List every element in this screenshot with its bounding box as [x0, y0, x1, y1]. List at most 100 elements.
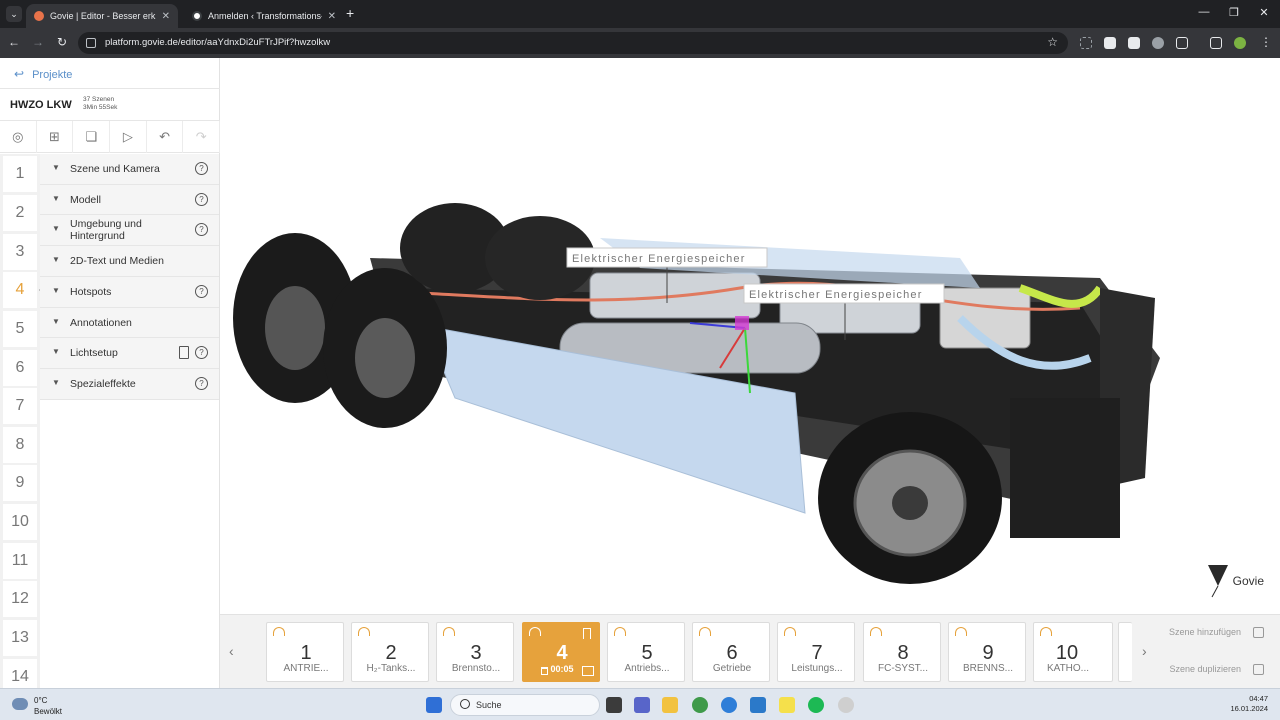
system-tray-clock[interactable]: 04:47 16.01.2024	[1230, 694, 1268, 714]
forward-icon[interactable]: →	[30, 35, 46, 49]
visibility-icon[interactable]	[784, 627, 796, 636]
section-modell[interactable]: ▼ Modell ?	[40, 184, 219, 216]
projects-back-link[interactable]: ↩ Projekte	[14, 67, 72, 81]
browser-menu-icon[interactable]: ⋮	[1258, 35, 1274, 49]
add-scene-button[interactable]: Szene hinzufügen	[1169, 627, 1264, 639]
visibility-icon[interactable]	[870, 627, 882, 636]
visibility-icon[interactable]	[443, 627, 455, 636]
scene-card[interactable]: 7 Leistungs...	[777, 622, 855, 682]
scene-card[interactable]: 3 Brennsto...	[436, 622, 514, 682]
tab-search-icon[interactable]: ⌄	[6, 6, 22, 22]
undo-icon[interactable]: ↶	[147, 121, 184, 153]
help-icon[interactable]: ?	[195, 192, 208, 206]
visibility-icon[interactable]	[1040, 627, 1052, 636]
app-icon[interactable]	[838, 697, 854, 713]
taskbar-search[interactable]: Suche	[450, 694, 600, 716]
windows-start-icon[interactable]	[426, 697, 442, 713]
scene-card[interactable]: 1 ANTRIE...	[266, 622, 344, 682]
bookmark-icon[interactable]	[583, 628, 591, 639]
spotify-icon[interactable]	[808, 697, 824, 713]
minimize-icon[interactable]: —	[1196, 6, 1212, 18]
scene-number[interactable]: 1	[3, 156, 37, 192]
scene-number[interactable]: 5	[3, 311, 37, 347]
scene-card[interactable]: 9 BRENNS...	[948, 622, 1026, 682]
extension-icon[interactable]	[1152, 37, 1164, 49]
scene-number[interactable]: 14	[3, 659, 37, 688]
back-icon[interactable]: ←	[6, 35, 22, 49]
scene-number[interactable]: 9	[3, 465, 37, 501]
duplicate-scene-button[interactable]: Szene duplizieren	[1169, 664, 1264, 676]
file-explorer-icon[interactable]	[662, 697, 678, 713]
scene-number-active[interactable]: 4	[3, 272, 44, 308]
help-icon[interactable]: ?	[195, 223, 208, 237]
help-icon[interactable]: ?	[195, 377, 208, 391]
restore-icon[interactable]: ❐	[1226, 6, 1242, 19]
weather-widget[interactable]: 0°C Bewölkt	[12, 695, 62, 717]
visibility-icon[interactable]	[699, 627, 711, 636]
scene-number[interactable]: 11	[3, 543, 37, 579]
site-info-icon[interactable]	[86, 38, 96, 48]
help-icon[interactable]: ?	[195, 162, 208, 175]
copy-icon[interactable]: ❏	[73, 121, 111, 153]
vscode-icon[interactable]	[750, 697, 766, 713]
scene-number[interactable]: 2	[3, 195, 37, 231]
reload-icon[interactable]: ↻	[54, 35, 70, 49]
section-spezialeffekte[interactable]: ▼ Spezialeffekte ?	[40, 369, 219, 400]
camera-icon[interactable]: ◎	[0, 121, 37, 153]
scene-card[interactable]: 2 H₂-Tanks...	[351, 622, 429, 682]
side-panel-icon[interactable]	[1210, 37, 1222, 49]
help-icon[interactable]: ?	[195, 285, 208, 299]
extension-icon[interactable]	[1080, 37, 1092, 49]
section-annotationen[interactable]: ▼ Annotationen	[40, 307, 219, 339]
chevron-left-icon[interactable]: ‹	[229, 643, 234, 659]
visibility-icon[interactable]	[273, 627, 285, 636]
visibility-icon[interactable]	[955, 627, 967, 636]
section-lichtsetup[interactable]: ▼ Lichtsetup ?	[40, 338, 219, 370]
section-hotspots[interactable]: ▼ Hotspots ?	[40, 277, 219, 308]
bookmark-star-icon[interactable]: ☆	[1047, 35, 1058, 49]
sticky-notes-icon[interactable]	[779, 697, 795, 713]
gizmo-handle[interactable]	[735, 316, 749, 330]
scene-card[interactable]: 8 FC-SYST...	[863, 622, 941, 682]
close-tab-icon[interactable]: ✕	[162, 11, 170, 22]
truck-chassis-model[interactable]: Elektrischer Energiespeicher Elektrische…	[220, 58, 1280, 614]
task-view-icon[interactable]	[606, 697, 622, 713]
scene-number[interactable]: 8	[3, 427, 37, 463]
address-bar[interactable]: platform.govie.de/editor/aaYdnxDi2uFTrJP…	[78, 32, 1068, 54]
close-tab-icon[interactable]: ✕	[328, 11, 336, 22]
section-2d-text-und-medien[interactable]: ▼ 2D-Text und Medien	[40, 246, 219, 278]
section-umgebung-und-hintergrund[interactable]: ▼ Umgebung und Hintergrund ?	[40, 215, 219, 247]
help-icon[interactable]: ?	[195, 346, 208, 360]
profile-avatar[interactable]	[1234, 37, 1246, 49]
new-tab-button[interactable]: +	[346, 6, 354, 20]
teams-icon[interactable]	[634, 697, 650, 713]
chrome-icon[interactable]	[692, 697, 708, 713]
scene-card[interactable]: 5 Antriebs...	[607, 622, 685, 682]
section-szene-und-kamera[interactable]: ▼ Szene und Kamera ?	[40, 154, 219, 185]
extension-icon[interactable]	[1104, 37, 1116, 49]
play-icon[interactable]: ▷	[110, 121, 147, 153]
visibility-icon[interactable]	[614, 627, 626, 636]
add-media-icon[interactable]	[582, 666, 594, 676]
close-window-icon[interactable]: ✕	[1256, 6, 1272, 19]
visibility-icon[interactable]	[529, 627, 541, 636]
edge-icon[interactable]	[721, 697, 737, 713]
scene-number[interactable]: 6	[3, 350, 37, 386]
scene-card[interactable]: 10 KATHO...	[1033, 622, 1113, 682]
tab-anmelden[interactable]: Anmelden ‹ Transformations-H ✕	[184, 4, 344, 28]
3d-viewport[interactable]: Elektrischer Energiespeicher Elektrische…	[220, 58, 1280, 614]
scene-number[interactable]: 12	[3, 581, 37, 617]
extension-icon[interactable]	[1128, 37, 1140, 49]
extensions-puzzle-icon[interactable]	[1176, 37, 1188, 49]
redo-icon[interactable]: ↷	[183, 121, 221, 153]
scene-number[interactable]: 13	[3, 620, 37, 656]
add-scene-icon[interactable]: ⊞	[37, 121, 74, 153]
scene-card[interactable]: 6 Getriebe	[692, 622, 770, 682]
scene-number[interactable]: 7	[3, 388, 37, 424]
url-text[interactable]: platform.govie.de/editor/aaYdnxDi2uFTrJP…	[105, 37, 330, 48]
scene-number[interactable]: 3	[3, 234, 37, 270]
scene-card-active[interactable]: 4 00:05	[522, 622, 600, 682]
document-icon[interactable]	[179, 346, 189, 360]
chevron-right-icon[interactable]: ›	[1142, 643, 1147, 659]
tab-govie-editor[interactable]: Govie | Editor - Besser erklären ✕	[26, 4, 178, 28]
